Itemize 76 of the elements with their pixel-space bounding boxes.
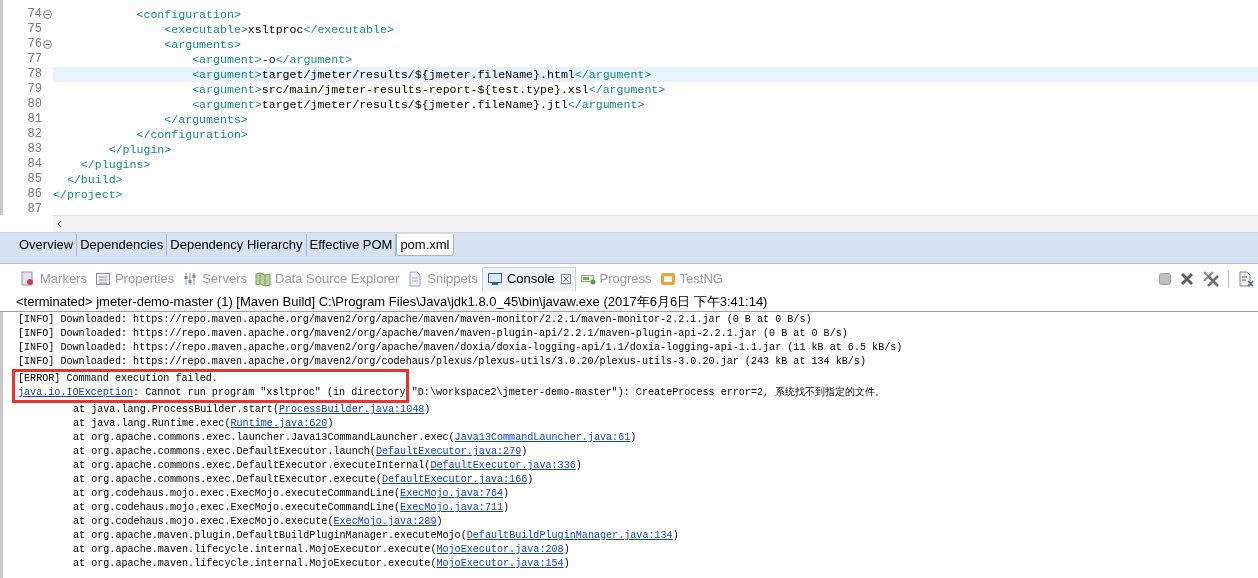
console-line: java.io.IOException: Cannot run program "xsltproc" (in directory "D:\workspace2\jmeter-demo-master"): CreateProcess error=2, 系统找不到指定的文件。 — [12, 386, 886, 400]
code-line: <configuration> — [135, 7, 241, 22]
stack-frame-line: at org.codehaus.mojo.exec.ExecMojo.execute(ExecMojo.java:289) — [72, 515, 443, 529]
source-link[interactable]: DefaultExecutor.java:336 — [430, 460, 576, 471]
code-line: </plugins> — [79, 157, 151, 172]
stack-frame-line: at java.lang.ProcessBuilder.start(ProcessBuilder.java:1048) — [72, 403, 431, 417]
remove-all-icon[interactable] — [1203, 270, 1219, 287]
document-icon — [407, 270, 424, 287]
stack-frame-line: at org.apache.commons.exec.DefaultExecutor.launch(DefaultExecutor.java:279) — [72, 445, 528, 459]
source-link[interactable]: MojoExecutor.java:208 — [436, 544, 564, 555]
source-link[interactable]: MojoExecutor.java:154 — [436, 558, 564, 569]
code-line: <argument>-o</argument> — [191, 52, 353, 67]
source-link[interactable]: ProcessBuilder.java:1048 — [278, 404, 425, 415]
collapse-icon[interactable] — [43, 10, 52, 19]
list-icon — [94, 270, 111, 287]
code-line: <argument>src/main/jmeter-results-report-${test.type}.xsl</argument> — [191, 82, 666, 97]
code-line: <argument>target/jmeter/results/${jmeter.fileName}.html</argument> — [191, 67, 652, 82]
clear-console-icon[interactable] — [1238, 270, 1254, 287]
code-line: </plugin> — [107, 142, 172, 157]
line-number: 86 — [27, 187, 42, 202]
stack-frame-line: at org.apache.maven.plugin.DefaultBuildPluginManager.executeMojo(DefaultBuildPluginManager.java:134) — [72, 529, 679, 543]
code-line: </arguments> — [163, 112, 248, 127]
testng-icon — [659, 270, 676, 287]
source-link[interactable]: Runtime.java:620 — [230, 418, 328, 429]
line-number: 82 — [27, 127, 42, 142]
source-link[interactable]: Java13CommandLauncher.java:61 — [454, 432, 631, 443]
source-link[interactable]: DefaultExecutor.java:166 — [381, 474, 528, 485]
exception-link[interactable]: java.io.IOException — [18, 387, 134, 398]
line-number: 83 — [27, 142, 42, 157]
editor-tab[interactable]: pom.xml — [396, 234, 454, 256]
stack-frame-line: at org.codehaus.mojo.exec.ExecMojo.executeCommandLine(ExecMojo.java:764) — [72, 487, 510, 501]
code-line: </project> — [53, 187, 123, 202]
stack-frame-line: at org.apache.commons.exec.launcher.Java13CommandLauncher.exec(Java13CommandLauncher.java:61) — [72, 431, 637, 445]
editor-tab[interactable]: Overview — [16, 234, 78, 256]
line-number: 85 — [27, 172, 42, 187]
line-number: 79 — [27, 82, 42, 97]
stack-frame-line: at java.lang.Runtime.exec(Runtime.java:620) — [72, 417, 334, 431]
stack-frame-line: at org.apache.maven.lifecycle.internal.MojoExecutor.execute(MojoExecutor.java:154) — [72, 557, 570, 571]
source-link[interactable]: DefaultBuildPluginManager.java:134 — [466, 530, 673, 541]
monitor-icon — [486, 271, 503, 287]
stop-icon[interactable] — [1159, 272, 1171, 285]
line-number: 77 — [27, 52, 42, 67]
line-number: 76 — [27, 37, 42, 52]
line-number: 74 — [27, 7, 42, 22]
remove-icon[interactable] — [1180, 271, 1194, 286]
console-line: [ERROR] Command execution failed. — [12, 372, 218, 386]
line-number: 78 — [27, 67, 42, 82]
markers-icon — [20, 270, 36, 287]
view-tab[interactable]: Console — [481, 266, 576, 291]
stack-frame-line: at org.apache.maven.lifecycle.internal.MojoExecutor.execute(MojoExecutor.java:208) — [72, 543, 570, 557]
stack-frame-line: at org.apache.commons.exec.DefaultExecutor.execute(DefaultExecutor.java:166) — [72, 473, 534, 487]
stack-frame-line: at org.apache.commons.exec.DefaultExecutor.executeInternal(DefaultExecutor.java:336) — [72, 459, 582, 473]
code-line: </build> — [65, 172, 123, 187]
console-line: [INFO] Downloaded: https://repo.maven.apache.org/maven2/org/codehaus/plexus/plexus-utils/3.0.20/plexus-utils-3.0.20.jar (243 kB at 134 kB/s) — [17, 355, 866, 369]
line-number: 75 — [27, 22, 42, 37]
map-icon — [255, 270, 271, 287]
line-number: 81 — [27, 112, 42, 127]
source-link[interactable]: ExecMojo.java:764 — [400, 488, 504, 499]
line-number: 87 — [27, 202, 42, 215]
collapse-icon[interactable] — [43, 40, 52, 49]
close-icon[interactable] — [560, 274, 571, 284]
stack-frame-line: at org.codehaus.mojo.exec.ExecMojo.executeCommandLine(ExecMojo.java:711) — [72, 501, 510, 515]
line-number: 84 — [27, 157, 42, 172]
console-line: [INFO] Downloaded: https://repo.maven.apache.org/maven2/org/apache/maven/doxia/doxia-logging-api/1.1/doxia-logging-api-1.1.jar (11 kB at 6.5 kB/s) — [17, 341, 903, 355]
code-line: <executable>xsltproc</executable> — [163, 22, 394, 37]
code-line: <arguments> — [163, 37, 241, 52]
source-link[interactable]: DefaultExecutor.java:279 — [375, 446, 522, 457]
console-line: [INFO] Downloaded: https://repo.maven.apache.org/maven2/org/apache/maven/maven-monitor/2.2.1/maven-monitor-2.2.1.jar (0 B at 0 B/s) — [17, 313, 812, 327]
console-line: [INFO] Downloaded: https://repo.maven.apache.org/maven2/org/apache/maven/maven-plugin-api/2.2.1/maven-plugin-api-2.2.1.jar (0 B at 0 B/s) — [17, 327, 848, 341]
code-line: <argument>target/jmeter/results/${jmeter.fileName}.jtl</argument> — [191, 97, 645, 112]
sliders-icon — [182, 270, 199, 287]
code-line: </configuration> — [135, 127, 248, 142]
line-number: 80 — [27, 97, 42, 112]
source-link[interactable]: ExecMojo.java:711 — [400, 502, 504, 513]
source-link[interactable]: ExecMojo.java:289 — [333, 516, 437, 527]
horizontal-scrollbar[interactable] — [53, 215, 1258, 232]
